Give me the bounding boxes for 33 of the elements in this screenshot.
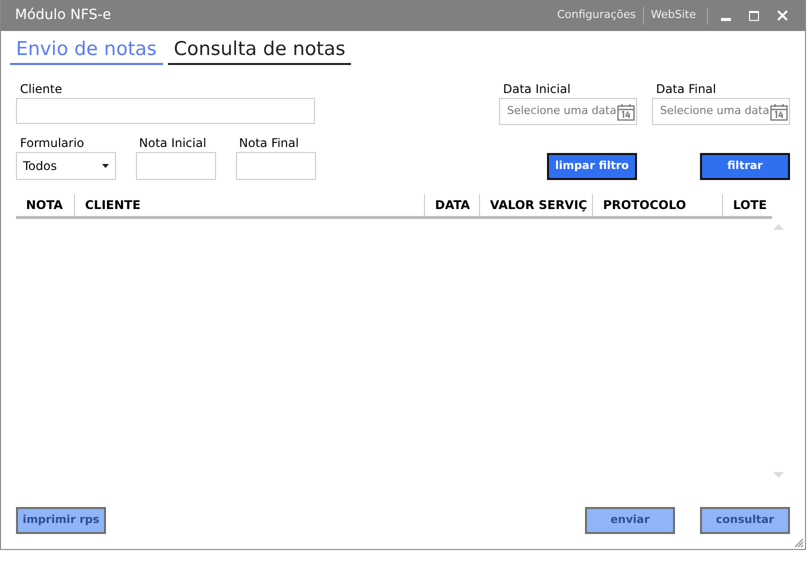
column-header: LOTE <box>732 197 768 214</box>
calendar-icon <box>770 102 788 120</box>
dropdown-arrow-icon <box>102 164 109 168</box>
calendar-icon <box>617 102 636 120</box>
column-header: VALOR SERVIÇ <box>480 194 593 216</box>
title-link[interactable]: Configurações <box>550 7 644 24</box>
form-dropdown[interactable]: Todos <box>16 152 116 180</box>
note-field[interactable] <box>236 152 316 180</box>
tab[interactable]: Envio de notas <box>10 36 163 65</box>
note-field[interactable] <box>136 152 216 180</box>
scroll-down-icon[interactable] <box>773 472 784 478</box>
window-title: Módulo NFS-e <box>15 6 112 25</box>
maximize-icon[interactable] <box>749 10 759 20</box>
field-label: Nota Final <box>238 135 300 151</box>
date-field[interactable]: Selecione uma data <box>499 98 637 125</box>
field-label: Cliente <box>19 81 64 97</box>
column-header: DATA <box>425 194 480 216</box>
tab[interactable]: Consulta de notas <box>168 36 352 65</box>
close-icon[interactable] <box>777 10 788 21</box>
field-label: Nota Inicial <box>138 135 208 151</box>
title-link[interactable]: WebSite <box>644 7 703 24</box>
field-label: Data Final <box>655 81 718 97</box>
column-header: NOTA <box>16 194 75 216</box>
field-label: Formulario <box>19 135 86 151</box>
client-field[interactable] <box>16 98 315 124</box>
clear-filter-button[interactable]: limpar filtro <box>547 153 637 180</box>
column-header: PROTOCOLO <box>593 194 723 216</box>
column-header: CLIENTE <box>75 194 425 216</box>
scroll-up-icon[interactable] <box>773 224 784 230</box>
resize-grip-icon[interactable] <box>794 538 804 548</box>
filter-button[interactable]: filtrar <box>700 153 790 180</box>
date-field[interactable]: Selecione uma data <box>652 98 790 125</box>
field-label: Data Inicial <box>502 81 572 97</box>
